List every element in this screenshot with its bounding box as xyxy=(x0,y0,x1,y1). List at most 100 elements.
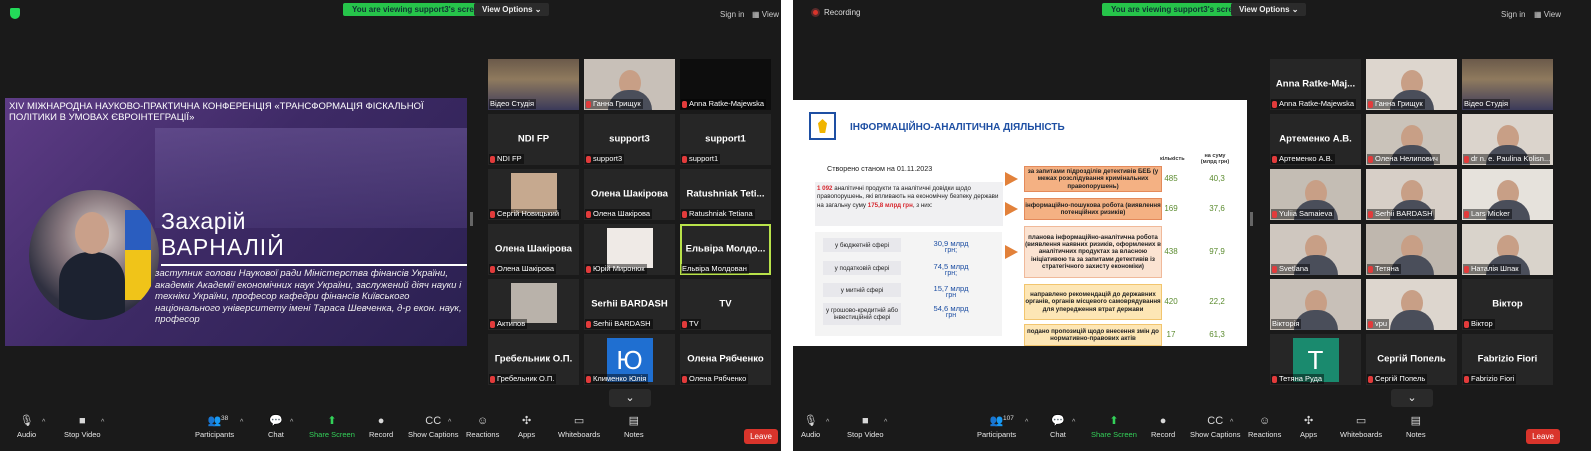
participants-button[interactable]: 👥 38 Participants xyxy=(195,415,234,439)
participant-tile[interactable]: Lars Micker xyxy=(1462,169,1553,220)
participant-tile[interactable]: Олена Рябченко Олена Рябченко xyxy=(680,334,771,385)
stop-video-button[interactable]: ■ Stop Video xyxy=(64,415,101,439)
muted-mic-icon xyxy=(586,265,591,273)
participant-tile[interactable]: Ю Клименко Юлія xyxy=(584,334,675,385)
participant-tile[interactable]: vpu xyxy=(1366,279,1457,330)
record-button[interactable]: ● Record xyxy=(369,415,393,439)
participant-tile[interactable]: Олена Нелипович xyxy=(1366,114,1457,165)
reactions-button[interactable]: ☺ Reactions xyxy=(466,415,499,439)
participant-tile[interactable]: Serhii BARDASH xyxy=(1366,169,1457,220)
participant-tile[interactable]: support1 support1 xyxy=(680,114,771,165)
record-button[interactable]: ● Record xyxy=(1151,415,1175,439)
participant-tile[interactable]: Yuliia Samaieva xyxy=(1270,169,1361,220)
leave-button[interactable]: Leave xyxy=(744,429,778,444)
sign-in-link[interactable]: Sign in xyxy=(720,10,744,19)
participant-tile[interactable]: Олена Шакірова Олена Шакірова xyxy=(584,169,675,220)
participant-tile[interactable]: Відео Студія xyxy=(488,59,579,110)
participant-name-label: Anna Ratke-Majewska xyxy=(681,99,767,109)
chat-caret[interactable]: ^ xyxy=(290,419,293,426)
apps-button[interactable]: ✣ Apps xyxy=(518,415,535,439)
participant-tile[interactable]: Гребельник О.П. Гребельник О.П. xyxy=(488,334,579,385)
chat-button[interactable]: 💬 Chat xyxy=(1050,415,1066,439)
gallery-scroll-down-button[interactable]: ⌄ xyxy=(1391,389,1433,407)
security-shield-icon[interactable] xyxy=(10,8,20,19)
video-options-caret[interactable]: ^ xyxy=(884,419,887,426)
participant-tile[interactable]: NDI FP NDI FP xyxy=(488,114,579,165)
participant-name: Наталія Шпак xyxy=(1471,264,1519,273)
view-button[interactable]: ▦ View xyxy=(1534,10,1561,19)
gallery-scroll-down-button[interactable]: ⌄ xyxy=(609,389,651,407)
audio-button[interactable]: 🎙 Audio xyxy=(17,415,36,439)
muted-mic-icon xyxy=(1272,100,1277,108)
reactions-icon: ☺ xyxy=(477,415,489,427)
participant-tile[interactable]: Anna Ratke-Majewska xyxy=(680,59,771,110)
participant-tile[interactable]: support3 support3 xyxy=(584,114,675,165)
participants-caret[interactable]: ^ xyxy=(1025,419,1028,426)
split-handle[interactable] xyxy=(1250,212,1253,226)
participant-name-label: Артеменко А.В. xyxy=(1271,154,1335,164)
participant-tile[interactable]: Сергій Попель Сергій Попель xyxy=(1366,334,1457,385)
muted-mic-icon xyxy=(586,155,591,163)
summary-post: , з них: xyxy=(912,201,933,209)
participant-tile[interactable]: Тетяна xyxy=(1366,224,1457,275)
participants-button[interactable]: 👥 107 Participants xyxy=(977,415,1016,439)
captions-caret[interactable]: ^ xyxy=(448,419,451,426)
audio-options-caret[interactable]: ^ xyxy=(826,419,829,426)
participant-tile[interactable]: Сергій Новицький xyxy=(488,169,579,220)
participant-tile[interactable]: Відео Студія xyxy=(1462,59,1553,110)
chat-button[interactable]: 💬 Chat xyxy=(268,415,284,439)
chat-caret[interactable]: ^ xyxy=(1072,419,1075,426)
audio-options-caret[interactable]: ^ xyxy=(42,419,45,426)
captions-caret[interactable]: ^ xyxy=(1230,419,1233,426)
share-screen-button[interactable]: ⬆ Share Screen xyxy=(309,415,355,439)
microphone-icon: 🎙 xyxy=(19,415,34,427)
view-button[interactable]: ▦ View xyxy=(752,10,779,19)
participant-tile[interactable]: Актипов xyxy=(488,279,579,330)
video-options-caret[interactable]: ^ xyxy=(101,419,104,426)
leave-button[interactable]: Leave xyxy=(1526,429,1560,444)
participant-tile[interactable]: TV TV xyxy=(680,279,771,330)
participant-tile[interactable]: Ганна Грищук xyxy=(1366,59,1457,110)
view-options-button[interactable]: View Options ⌄ xyxy=(1231,3,1307,16)
participant-tile[interactable]: Артеменко А.В. Артеменко А.В. xyxy=(1270,114,1361,165)
notes-button[interactable]: ▤ Notes xyxy=(624,415,644,439)
audio-button[interactable]: 🎙 Audio xyxy=(801,415,820,439)
participant-name: Сергій Новицький xyxy=(497,209,560,218)
participant-tile[interactable]: Ельвіра Молдо... Ельвіра Молдован xyxy=(680,224,771,275)
participants-caret[interactable]: ^ xyxy=(240,419,243,426)
participant-tile[interactable]: Serhii BARDASH Serhii BARDASH xyxy=(584,279,675,330)
whiteboards-button[interactable]: ▭ Whiteboards xyxy=(558,415,600,439)
participant-tile[interactable]: Вікторія xyxy=(1270,279,1361,330)
participant-name-label: Ельвіра Молдован xyxy=(681,264,749,274)
whiteboards-button[interactable]: ▭ Whiteboards xyxy=(1340,415,1382,439)
reactions-label: Reactions xyxy=(1248,430,1282,439)
activity-box: направлено рекомендацій до державних орг… xyxy=(1024,284,1162,320)
participant-tile[interactable]: Ганна Грищук xyxy=(584,59,675,110)
participant-name: Ганна Грищук xyxy=(593,99,641,108)
participant-name: dr n. e. Paulina Kolisn... xyxy=(1471,154,1551,163)
participant-tile[interactable]: Ratushniak Teti... Ratushniak Tetiana xyxy=(680,169,771,220)
split-handle[interactable] xyxy=(470,212,473,226)
muted-mic-icon xyxy=(1464,210,1469,218)
apps-button[interactable]: ✣ Apps xyxy=(1300,415,1317,439)
participant-tile[interactable]: Наталія Шпак xyxy=(1462,224,1553,275)
participant-tile[interactable]: Юрій Миронюк xyxy=(584,224,675,275)
share-screen-button[interactable]: ⬆ Share Screen xyxy=(1091,415,1137,439)
participant-tile[interactable]: Олена Шакірова Олена Шакірова xyxy=(488,224,579,275)
participant-tile[interactable]: Віктор Віктор xyxy=(1462,279,1553,330)
reactions-button[interactable]: ☺ Reactions xyxy=(1248,415,1281,439)
participant-tile[interactable]: Anna Ratke-Maj... Anna Ratke-Majewska xyxy=(1270,59,1361,110)
sphere-unit: грн xyxy=(945,312,957,319)
participant-tile[interactable]: dr n. e. Paulina Kolisn... xyxy=(1462,114,1553,165)
apps-label: Apps xyxy=(518,430,536,439)
muted-mic-icon xyxy=(1368,375,1373,383)
notes-button[interactable]: ▤ Notes xyxy=(1406,415,1426,439)
participant-tile[interactable]: T Тетяна Руда xyxy=(1270,334,1361,385)
participant-tile[interactable]: Fabrizio Fiori Fabrizio Fiori xyxy=(1462,334,1553,385)
recording-indicator[interactable]: Recording xyxy=(811,8,860,17)
view-options-button[interactable]: View Options ⌄ xyxy=(474,3,550,16)
participant-tile[interactable]: Svetlana xyxy=(1270,224,1361,275)
conference-title: XIV МІЖНАРОДНА НАУКОВО-ПРАКТИЧНА КОНФЕРЕ… xyxy=(9,101,424,123)
sign-in-link[interactable]: Sign in xyxy=(1501,10,1525,19)
stop-video-button[interactable]: ■ Stop Video xyxy=(847,415,884,439)
